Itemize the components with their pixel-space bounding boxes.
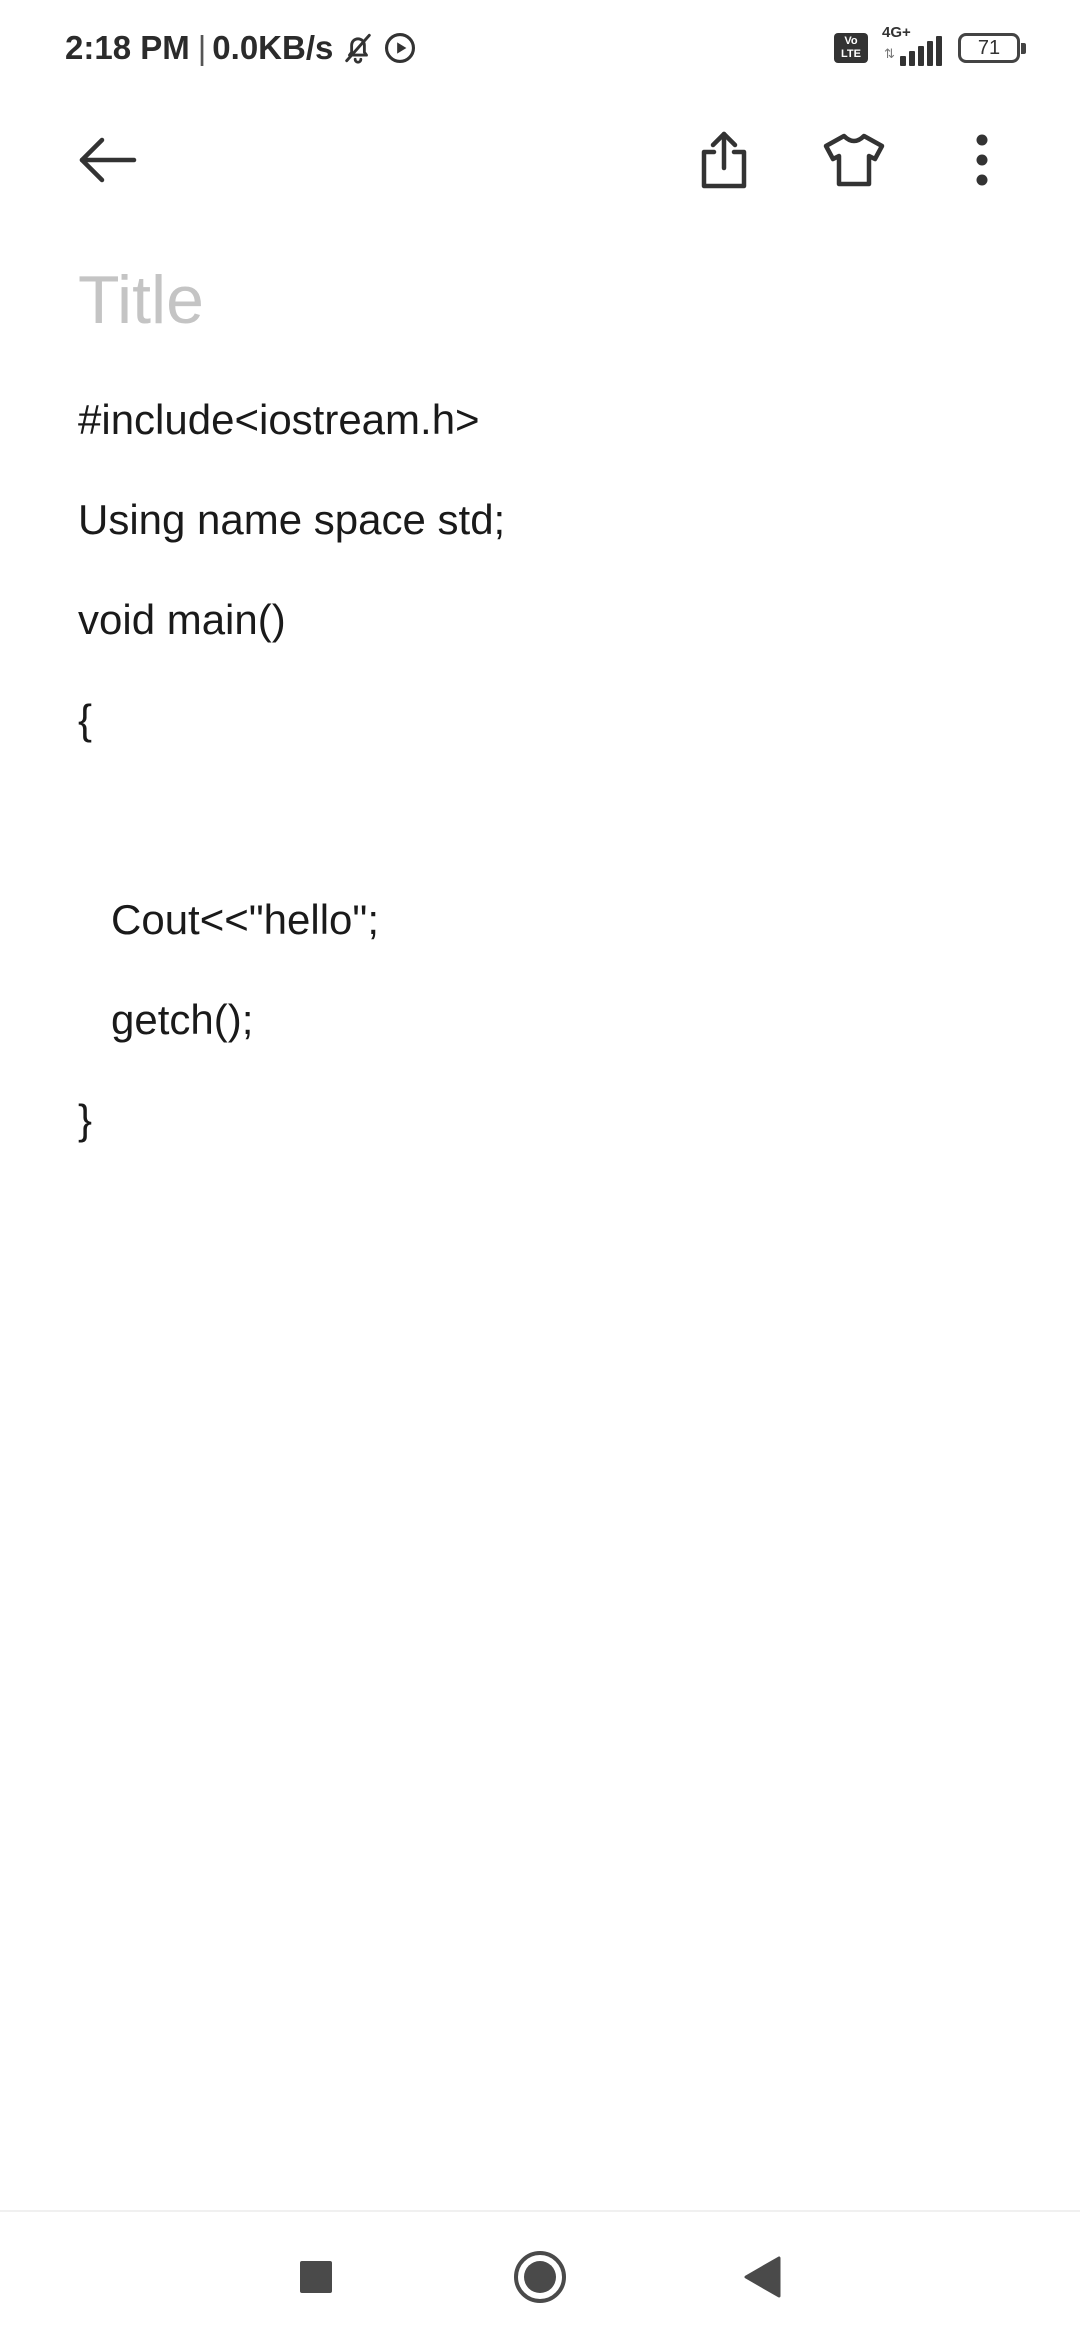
back-button[interactable] xyxy=(68,120,148,200)
status-bar: 2:18 PM | 0.0KB/s Vo LTE 4G+ ⇅ 71 xyxy=(0,0,1080,96)
recents-button[interactable] xyxy=(271,2232,361,2322)
volte-top-label: Vo xyxy=(844,35,858,47)
note-body[interactable]: #include<iostream.h> Using name space st… xyxy=(78,370,1018,1170)
battery-level: 71 xyxy=(977,36,1001,59)
note-line: } xyxy=(78,1096,93,1143)
note-editor: #include<iostream.h> Using name space st… xyxy=(78,250,1018,1170)
volte-bottom-label: LTE xyxy=(841,48,861,60)
system-navigation-bar xyxy=(0,2210,1080,2342)
note-line: { xyxy=(78,696,93,743)
note-line: getch(); xyxy=(111,996,254,1043)
more-options-button[interactable] xyxy=(942,120,1022,200)
status-time: 2:18 PM xyxy=(65,29,190,66)
status-left: 2:18 PM | 0.0KB/s xyxy=(65,26,417,70)
circle-home-icon xyxy=(514,2251,566,2303)
triangle-back-icon xyxy=(744,2256,781,2298)
note-line: Cout<<"hello"; xyxy=(111,896,379,943)
battery-icon: 71 xyxy=(958,33,1026,63)
system-back-button[interactable] xyxy=(717,2232,807,2322)
note-line-empty xyxy=(78,770,1018,870)
note-line: #include<iostream.h> xyxy=(78,396,480,443)
note-line: void main() xyxy=(78,596,286,643)
data-arrows-icon: ⇅ xyxy=(884,46,895,61)
theme-button[interactable] xyxy=(814,120,894,200)
note-line: Using name space std; xyxy=(78,496,506,543)
share-button[interactable] xyxy=(684,120,764,200)
arrow-back-icon xyxy=(79,137,137,183)
status-right: Vo LTE 4G+ ⇅ 71 xyxy=(834,24,1026,68)
play-circle-icon xyxy=(383,31,417,65)
note-toolbar xyxy=(0,110,1080,210)
status-data-speed: 0.0KB/s xyxy=(212,29,334,66)
signal-bars-icon xyxy=(900,36,942,66)
volte-icon: Vo LTE xyxy=(834,33,868,63)
status-separator: | xyxy=(197,29,207,66)
home-button[interactable] xyxy=(495,2232,585,2322)
tshirt-icon xyxy=(823,133,885,187)
note-title-input[interactable] xyxy=(78,250,1018,350)
square-stop-icon xyxy=(300,2261,332,2293)
bell-off-icon xyxy=(341,31,375,65)
share-icon xyxy=(701,131,747,189)
network-indicator: 4G+ ⇅ xyxy=(882,24,942,68)
battery-nub xyxy=(1021,43,1026,54)
more-vertical-icon xyxy=(976,134,988,186)
